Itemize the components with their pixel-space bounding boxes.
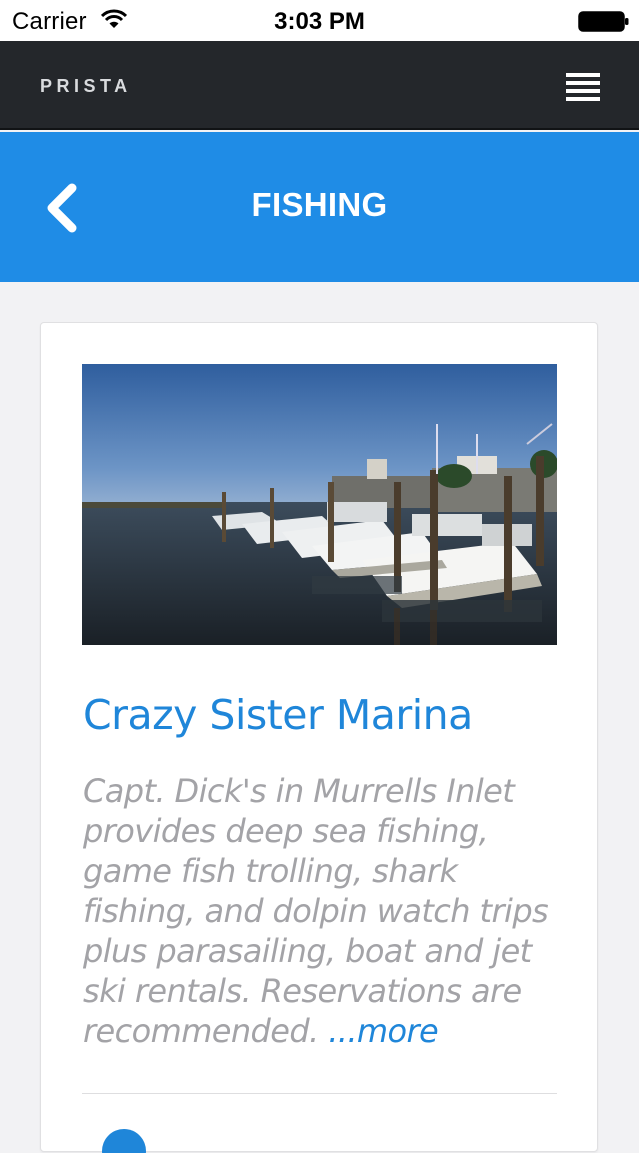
- title-banner: FISHING: [0, 132, 639, 282]
- content-area: Crazy Sister Marina Capt. Dick's in Murr…: [0, 282, 639, 1153]
- status-bar: Carrier 3:03 PM: [0, 0, 639, 41]
- card-divider: [82, 1093, 557, 1094]
- listing-description: Capt. Dick's in Murrells Inlet provides …: [83, 771, 561, 1051]
- battery-icon: [578, 11, 630, 32]
- app-header: PRISTA: [0, 41, 639, 130]
- more-link[interactable]: ...more: [328, 1012, 439, 1050]
- listing-description-text: Capt. Dick's in Murrells Inlet provides …: [83, 772, 549, 1050]
- info-icon[interactable]: [102, 1129, 146, 1153]
- listing-card: Crazy Sister Marina Capt. Dick's in Murr…: [40, 322, 598, 1153]
- marina-photo[interactable]: [82, 364, 557, 645]
- listing-title[interactable]: Crazy Sister Marina: [83, 691, 473, 739]
- status-time: 3:03 PM: [274, 8, 365, 35]
- page-title: FISHING: [251, 186, 388, 223]
- brand-logo-text: PRISTA: [40, 76, 132, 96]
- menu-button[interactable]: [560, 65, 606, 107]
- hamburger-menu-icon: [566, 73, 600, 101]
